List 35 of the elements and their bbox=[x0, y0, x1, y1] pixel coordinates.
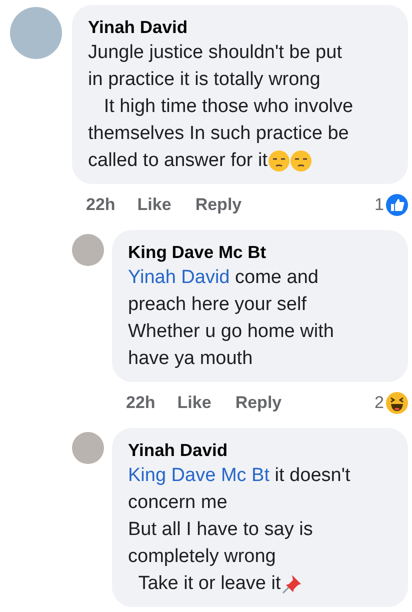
comment-text: called to answer for it bbox=[88, 149, 268, 173]
comment-text: come and bbox=[234, 266, 318, 290]
pushpin-icon bbox=[280, 572, 303, 594]
timestamp: 22h bbox=[126, 393, 156, 413]
comment-text: preach here your self bbox=[128, 293, 306, 317]
timestamp: 22h bbox=[86, 195, 116, 215]
like-link[interactable]: Like bbox=[177, 393, 212, 413]
author-name[interactable]: Yinah David bbox=[128, 438, 394, 462]
author-name[interactable]: King Dave Mc Bt bbox=[128, 240, 394, 264]
unamused-face-emoji-icon bbox=[268, 150, 290, 172]
comment-text: But all I have to say is bbox=[128, 518, 313, 542]
comment-text: it doesn't bbox=[274, 464, 350, 488]
mention-link[interactable]: Yinah David bbox=[128, 264, 230, 291]
avatar[interactable] bbox=[72, 234, 104, 266]
laughing-reaction-icon bbox=[386, 392, 408, 414]
reaction-count: 1 bbox=[374, 195, 384, 215]
comment-text: in practice it is totally wrong bbox=[88, 68, 320, 92]
reaction-count: 2 bbox=[374, 393, 384, 413]
like-link[interactable]: Like bbox=[137, 195, 172, 215]
author-name[interactable]: Yinah David bbox=[88, 15, 394, 39]
avatar[interactable] bbox=[72, 432, 104, 464]
comment-text: completely wrong bbox=[128, 545, 276, 569]
comment-text: Take it or leave it bbox=[137, 572, 281, 596]
avatar[interactable] bbox=[10, 7, 62, 59]
reply-link[interactable]: Reply bbox=[195, 195, 242, 215]
comment-text: concern me bbox=[128, 491, 228, 515]
comment-text: have ya mouth bbox=[128, 347, 253, 371]
unamused-face-emoji-icon bbox=[290, 150, 312, 172]
reply-link[interactable]: Reply bbox=[235, 393, 282, 413]
mention-link[interactable]: King Dave Mc Bt bbox=[128, 462, 270, 489]
comment-text: It high time those who involve bbox=[102, 95, 354, 119]
comment-text: Whether u go home with bbox=[128, 320, 334, 344]
like-reaction-icon bbox=[386, 194, 408, 216]
comment-text: themselves In such practice be bbox=[88, 122, 349, 146]
comment-text: Jungle justice shouldn't be put bbox=[88, 41, 342, 65]
